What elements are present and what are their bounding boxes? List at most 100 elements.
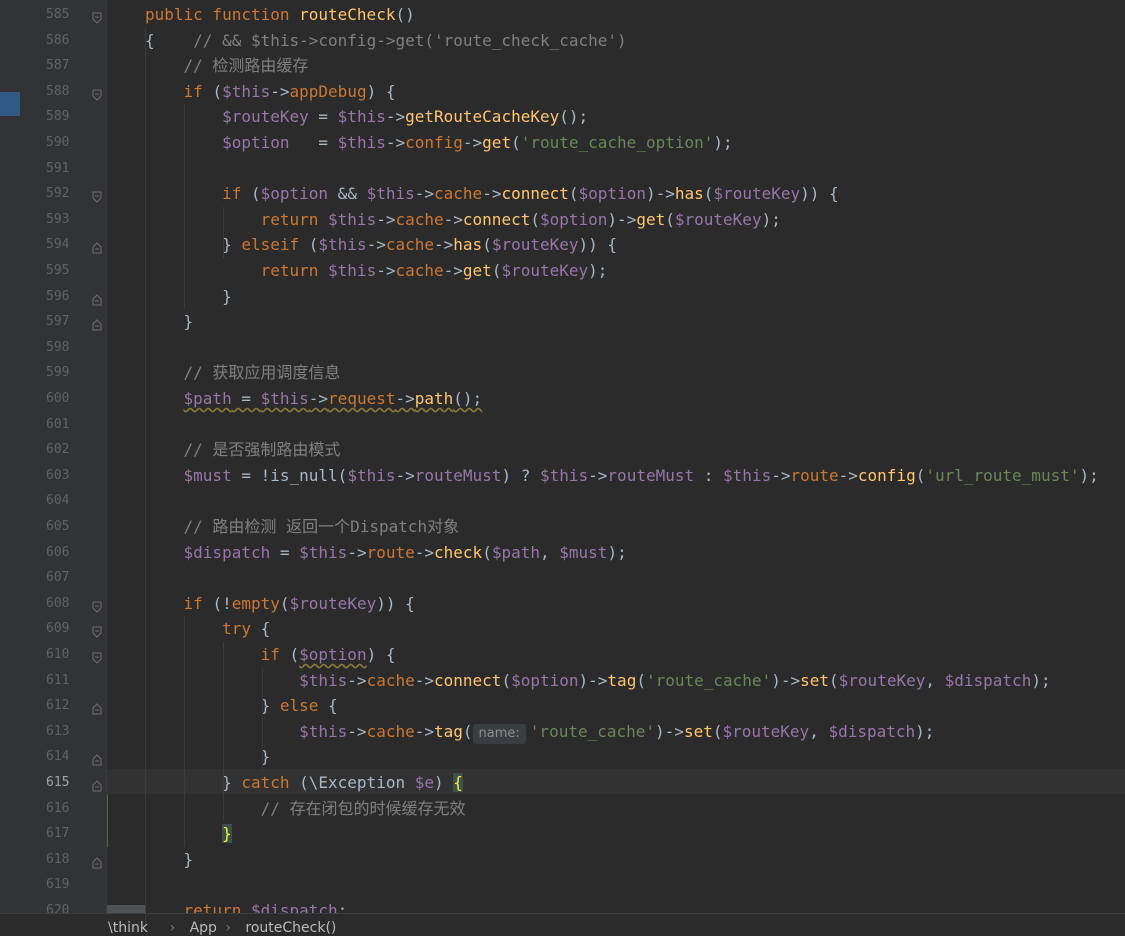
- fold-close-icon[interactable]: [92, 291, 102, 306]
- line-number[interactable]: 587: [46, 53, 76, 79]
- code-line[interactable]: // 路由检测 返回一个Dispatch对象: [145, 514, 460, 540]
- code-line[interactable]: }: [145, 847, 194, 873]
- code-line[interactable]: // 获取应用调度信息: [145, 360, 341, 386]
- line-number[interactable]: 615: [46, 770, 76, 796]
- code-token: =: [270, 542, 300, 562]
- line-number[interactable]: 610: [46, 642, 76, 668]
- line-number[interactable]: 593: [46, 207, 76, 233]
- line-number[interactable]: 605: [46, 514, 76, 540]
- code-token: cache: [395, 209, 444, 229]
- code-line[interactable]: return $this->cache->get($routeKey);: [145, 258, 608, 284]
- code-token: ->: [347, 670, 367, 690]
- code-line[interactable]: // 检测路由缓存: [145, 53, 309, 79]
- line-number[interactable]: 594: [46, 232, 76, 258]
- fold-open-icon[interactable]: [92, 623, 102, 639]
- code-token: connect: [434, 670, 502, 690]
- code-area[interactable]: public function routeCheck(){ // && $thi…: [107, 0, 1125, 920]
- code-line[interactable]: if ($option && $this->cache->connect($op…: [145, 181, 839, 207]
- fold-open-icon[interactable]: [92, 86, 102, 101]
- line-number[interactable]: 597: [46, 309, 76, 335]
- code-token: )) {: [578, 235, 618, 255]
- code-token: (: [289, 645, 300, 664]
- code-line[interactable]: return $this->cache->connect($option)->g…: [145, 207, 781, 233]
- code-line[interactable]: } elseif ($this->cache->has($routeKey)) …: [145, 232, 617, 258]
- fold-close-icon[interactable]: [92, 239, 102, 254]
- line-number[interactable]: 585: [46, 2, 76, 28]
- code-line[interactable]: // 存在闭包的时候缓存无效: [145, 796, 466, 822]
- code-token: }: [145, 286, 232, 306]
- line-number[interactable]: 586: [46, 28, 76, 54]
- line-number[interactable]: 604: [46, 488, 76, 514]
- code-line[interactable]: }: [145, 744, 271, 770]
- fold-open-icon[interactable]: [92, 9, 102, 24]
- fold-close-icon[interactable]: [92, 700, 102, 715]
- code-line[interactable]: $must = !is_null($this->routeMust) ? $th…: [145, 463, 1099, 489]
- code-line[interactable]: // 是否强制路由模式: [145, 437, 341, 463]
- line-number[interactable]: 595: [46, 258, 76, 284]
- line-number[interactable]: 588: [46, 79, 76, 105]
- code-token: = !: [231, 465, 271, 485]
- line-number[interactable]: 602: [46, 437, 76, 463]
- code-line[interactable]: $path = $this->request->path();: [145, 386, 483, 412]
- code-token: connect: [462, 209, 531, 229]
- breadcrumb-item[interactable]: App: [190, 920, 217, 936]
- code-line[interactable]: if (!empty($routeKey)) {: [145, 591, 415, 617]
- line-number[interactable]: 606: [46, 540, 76, 566]
- fold-open-icon[interactable]: [92, 598, 102, 613]
- code-token: $dispatch: [183, 542, 271, 562]
- line-number[interactable]: 600: [46, 386, 76, 412]
- line-number[interactable]: 609: [46, 616, 76, 642]
- line-number[interactable]: 591: [46, 156, 76, 182]
- code-line[interactable]: } else {: [145, 693, 338, 719]
- line-number[interactable]: 618: [46, 847, 76, 873]
- line-number[interactable]: 592: [46, 181, 76, 207]
- code-line[interactable]: }: [145, 284, 232, 310]
- line-number[interactable]: 601: [46, 412, 76, 438]
- code-token: return: [260, 209, 329, 229]
- line-number[interactable]: 608: [46, 591, 76, 617]
- code-line[interactable]: { // && $this->config->get('route_check_…: [145, 28, 627, 54]
- fold-close-icon[interactable]: [92, 854, 102, 869]
- line-number[interactable]: 616: [46, 796, 76, 822]
- code-line[interactable]: if ($this->appDebug) {: [145, 79, 396, 105]
- line-number[interactable]: 611: [46, 668, 76, 694]
- code-token: $this: [723, 465, 772, 485]
- line-number[interactable]: 607: [46, 565, 76, 591]
- code-line[interactable]: $option = $this->config->get('route_cach…: [145, 130, 733, 156]
- code-line[interactable]: }: [145, 821, 232, 847]
- line-number[interactable]: 612: [46, 693, 76, 719]
- line-number[interactable]: 613: [46, 719, 76, 745]
- code-line[interactable]: } catch (\Exception $e) {: [145, 770, 463, 796]
- code-line[interactable]: }: [145, 309, 194, 335]
- line-number-gutter[interactable]: 585 586 587 588 589 590 591 592 593 594 595 596 597 5…: [20, 0, 108, 933]
- line-number[interactable]: 599: [46, 360, 76, 386]
- fold-close-icon[interactable]: [92, 751, 102, 766]
- breadcrumb-item[interactable]: \think: [108, 920, 148, 936]
- fold-close-icon[interactable]: [92, 777, 102, 792]
- code-line[interactable]: $this->cache->connect($option)->tag('rou…: [145, 668, 1050, 694]
- line-number[interactable]: 619: [46, 872, 76, 898]
- code-line[interactable]: public function routeCheck(): [145, 2, 415, 28]
- line-number[interactable]: 590: [46, 130, 76, 156]
- fold-open-icon[interactable]: [92, 188, 102, 203]
- code-line[interactable]: if ($option) {: [145, 642, 396, 668]
- horizontal-scrollbar-thumb[interactable]: [107, 905, 145, 913]
- code-editor[interactable]: 585 586 587 588 589 590 591 592 593 594 595 596 597 5…: [0, 0, 1125, 936]
- line-number[interactable]: 603: [46, 463, 76, 489]
- line-number[interactable]: 596: [46, 284, 76, 310]
- code-line[interactable]: $this->cache->tag(name:'route_cache')->s…: [145, 719, 934, 745]
- code-line[interactable]: $dispatch = $this->route->check($path, $…: [145, 540, 627, 566]
- tool-window-marker[interactable]: [0, 92, 20, 116]
- code-token: }: [145, 747, 271, 767]
- fold-close-icon[interactable]: [92, 316, 102, 331]
- code-line[interactable]: try {: [145, 616, 270, 642]
- line-number[interactable]: 614: [46, 744, 76, 770]
- line-number[interactable]: 589: [46, 104, 76, 130]
- breadcrumb-item[interactable]: routeCheck(): [245, 920, 336, 936]
- fold-open-icon[interactable]: [92, 649, 102, 664]
- code-line[interactable]: $routeKey = $this->getRouteCacheKey();: [145, 104, 588, 130]
- line-number[interactable]: 598: [46, 335, 76, 361]
- line-number[interactable]: 617: [46, 821, 76, 847]
